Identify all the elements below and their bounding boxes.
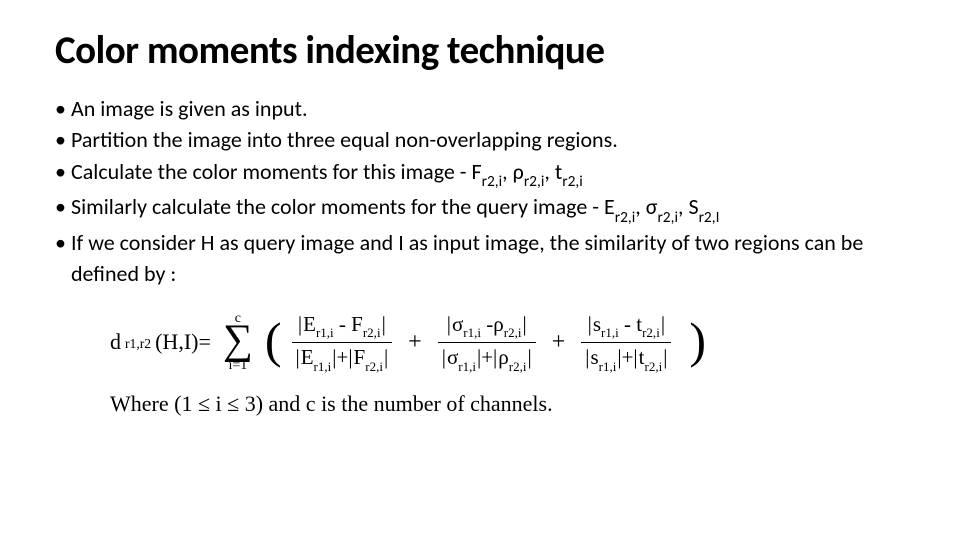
slide: Color moments indexing technique An imag… [0,0,960,540]
subscript: r2,i [524,172,545,191]
subscript: r2,i [363,325,381,340]
subscript: r1,i [599,359,617,374]
plus-sign: + [408,329,422,356]
text: F [354,345,366,369]
text: ρ [498,345,508,369]
list-item: An image is given as input. [55,93,905,124]
formula-lhs: dr1,r2(H,I)= [110,329,211,355]
text: s [593,312,601,336]
subscript: r1,i [458,359,476,374]
text: (H,I)= [155,329,211,355]
text: σ [452,312,463,336]
text: E [301,345,314,369]
subscript: r1,i [316,325,334,340]
text: σ [447,345,458,369]
bullet-list: An image is given as input. Partition th… [55,93,905,290]
subscript: r2,i [482,172,503,191]
fraction-term-3: sr1,i - tr2,i sr1,i+tr2,i [581,312,671,373]
subscript: r2,i [562,172,583,191]
subscript: r2,i [642,325,660,340]
subscript: r2,i [509,359,527,374]
text: Similarly calculate the color moments fo… [71,193,615,220]
text: ρ [493,312,503,336]
text: d [110,329,121,355]
text: , σ [635,193,657,220]
subscript: r2,I [699,208,720,227]
sum-lower: i=1 [228,359,247,373]
subscript: r1,r2 [125,336,151,352]
text: s [590,345,598,369]
text: E [303,312,316,336]
fraction-term-1: Er1,i - Fr2,i Er1,i+Fr2,i [292,312,393,373]
subscript: r1,i [601,325,619,340]
subscript: r2,i [504,325,522,340]
text: , ρ [502,158,524,185]
text: F [351,312,363,336]
text: , S [678,193,699,220]
list-item: Partition the image into three equal non… [55,124,905,155]
subscript: r2,i [365,359,383,374]
subscript: r2,i [644,359,662,374]
sum-symbol: ∑ [223,324,253,358]
where-clause: Where (1 ≤ i ≤ 3) and c is the number of… [110,391,905,417]
subscript: r2,i [615,208,636,227]
subscript: r1,i [314,359,332,374]
plus-sign: + [552,329,566,356]
list-item: If we consider H as query image and I as… [55,227,905,290]
fraction-term-2: σr1,i -ρr2,i σr1,i+ρr2,i [438,312,536,373]
left-paren: ( [265,323,282,358]
text: , t [544,158,562,185]
formula: dr1,r2(H,I)= c ∑ i=1 ( Er1,i - Fr2,i Er1… [110,312,905,374]
slide-title: Color moments indexing technique [55,30,905,73]
right-paren: ) [689,323,706,358]
list-item: Similarly calculate the color moments fo… [55,191,905,226]
list-item: Calculate the color moments for this ima… [55,156,905,191]
subscript: r1,i [463,325,481,340]
sigma-icon: c ∑ i=1 [223,312,253,374]
text: Calculate the color moments for this ima… [71,158,482,185]
subscript: r2,i [657,208,678,227]
